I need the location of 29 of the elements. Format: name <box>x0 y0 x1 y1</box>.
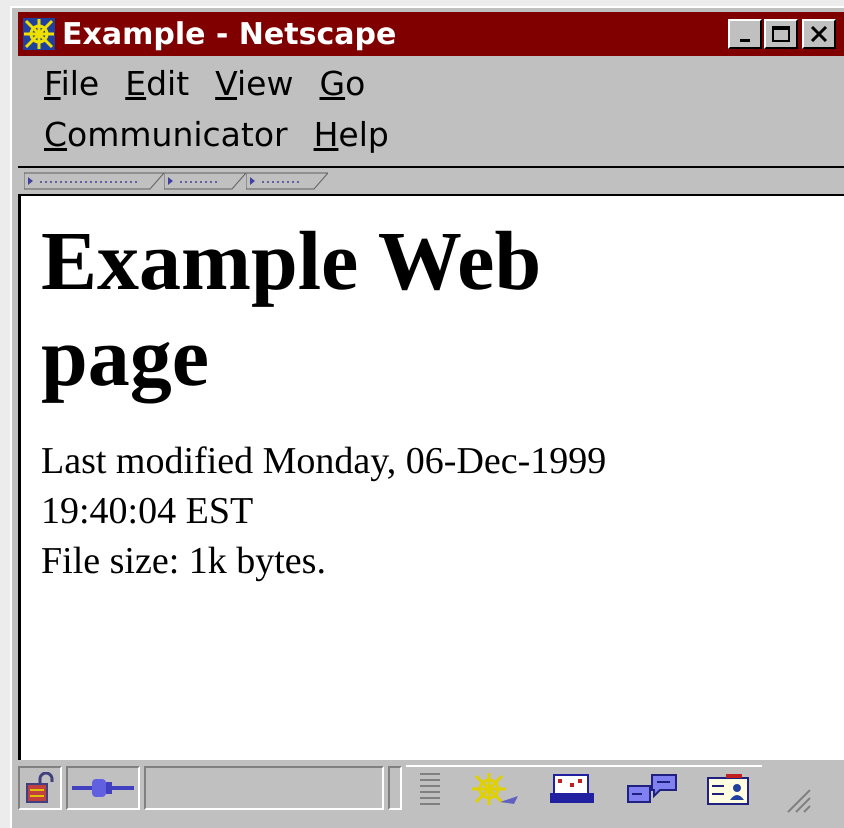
close-icon <box>810 26 828 42</box>
menu-item[interactable]: File <box>36 60 118 109</box>
chat-bubbles-icon[interactable] <box>624 772 678 806</box>
menu-item[interactable]: Edit <box>117 60 208 109</box>
address-card-icon[interactable] <box>706 772 750 806</box>
grip-icon[interactable] <box>418 770 442 808</box>
progress-panel <box>388 766 402 810</box>
maximize-icon <box>771 25 791 43</box>
inbox-icon[interactable] <box>548 773 596 805</box>
navigator-wheel-icon[interactable] <box>470 772 520 806</box>
file-size-text: File size: 1k bytes. <box>41 539 327 584</box>
close-button[interactable] <box>802 19 836 49</box>
maximize-button[interactable] <box>764 19 798 49</box>
menu-item[interactable]: Go <box>311 60 384 109</box>
page-heading: Example Web page <box>41 214 542 406</box>
window-title: Example - Netscape <box>62 16 398 52</box>
padlock-icon <box>24 772 56 804</box>
collapsed-toolbar-tab[interactable] <box>246 172 328 190</box>
menu-item[interactable]: Communicator <box>36 111 306 160</box>
collapsed-toolbar-tab[interactable] <box>24 172 164 190</box>
last-modified-text: Last modified Monday, 06-Dec-1999 19:40:04 EST <box>41 439 608 534</box>
resize-grip-icon[interactable] <box>786 788 812 814</box>
security-panel[interactable] <box>18 766 62 810</box>
collapsed-toolbar-tab[interactable] <box>164 172 246 190</box>
menu-item[interactable]: Help <box>306 111 407 160</box>
minimize-icon <box>740 38 750 42</box>
menu-item[interactable]: View <box>207 60 312 109</box>
navigator-wheel-icon <box>22 17 56 51</box>
minimize-button[interactable] <box>728 19 762 49</box>
